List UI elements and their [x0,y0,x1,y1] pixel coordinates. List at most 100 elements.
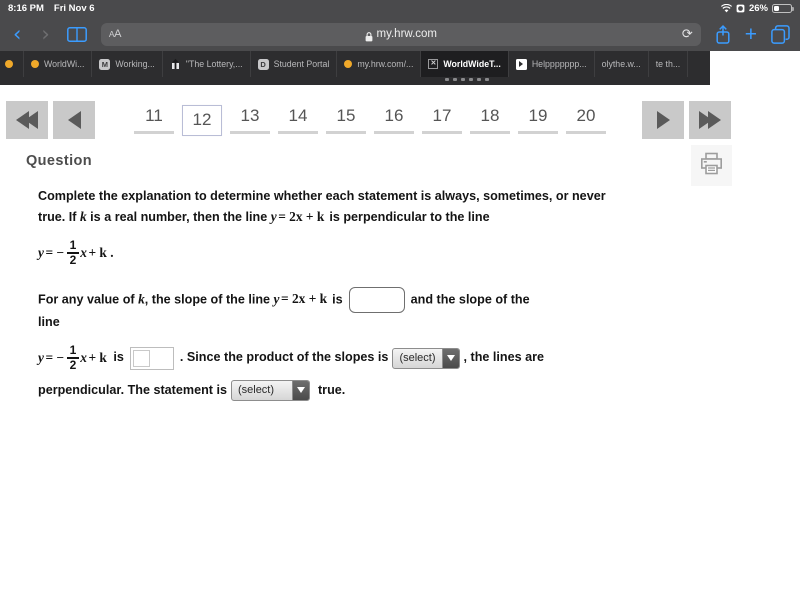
print-button[interactable] [691,145,732,186]
tab-title: olythe.w... [601,59,641,69]
double-chevron-right-icon [699,111,721,129]
page-number-13[interactable]: 13 [230,106,270,134]
browser-tab[interactable]: my.hrw.com/... [337,51,422,77]
question-intro: Complete the explanation to determine wh… [38,187,620,227]
battery-icon [772,3,794,14]
tab-title: WorldWideT... [443,59,501,69]
page-content: 11 12 13 14 15 16 17 18 19 20 Question C… [0,85,800,600]
browser-tab[interactable]: WorldWi... [24,51,93,77]
next-page-button[interactable] [642,101,684,139]
chevron-down-icon[interactable] [441,348,459,368]
browser-toolbar: ‹ › AA my.hrw.com ⟳ + [0,17,800,51]
tab-strip: WorldWi... M Working... "The Lottery,...… [0,51,710,81]
question-paragraph-4: perpendicular. The statement is (select)… [38,372,620,401]
lock-icon [365,29,373,42]
fraction-one-half: 1 2 [66,238,80,267]
ios-status-bar: 8:16 PM Fri Nov 6 26% [0,0,800,17]
fraction-denominator: 2 [69,252,77,267]
page-title: Question [26,153,93,169]
dot-favicon [5,60,13,68]
chevron-down-icon[interactable] [291,380,309,400]
page-number-15[interactable]: 15 [326,106,366,134]
select-truth-value: (select) [237,383,275,396]
letter-m-favicon: M [99,58,111,70]
p3-text-a: . Since the product of the slopes is [179,350,389,365]
page-number-20[interactable]: 20 [566,106,606,134]
p2-text-b: , the slope of the line [144,292,274,307]
browser-tab[interactable]: olythe.w... [595,51,649,77]
tab-drag-handle[interactable] [445,78,489,81]
page-number-16[interactable]: 16 [374,106,414,134]
battery-percent: 26% [748,3,768,14]
tab-title: te th... [655,59,681,69]
url-display: my.hrw.com [101,28,701,42]
browser-tab[interactable] [0,51,24,77]
page-number-18[interactable]: 18 [470,106,510,134]
eq1-tail: + k . [88,244,114,260]
intro-text-3: is perpendicular to the line [325,209,490,224]
double-chevron-left-icon [16,111,38,129]
share-icon[interactable] [715,24,731,44]
wifi-icon [720,3,732,13]
text-cursor-box [132,349,150,367]
question-paragraph-2: For any value of k, the slope of the lin… [38,286,620,313]
text-size-button[interactable]: AA [109,28,122,40]
dot-favicon [31,60,39,68]
browser-tab[interactable]: te th... [649,51,689,77]
status-time: 8:16 PM [8,3,44,14]
forward-button[interactable]: › [38,23,52,45]
p2-text-c: and the slope of the [410,292,530,307]
eq1-equals: = − [45,244,65,260]
page-number-11[interactable]: 11 [134,106,174,134]
tab-title: Helppppppp... [531,59,587,69]
url-bar[interactable]: AA my.hrw.com ⟳ [100,22,701,46]
tab-title: Working... [115,59,155,69]
alarm-clock-icon [736,4,745,13]
back-button[interactable]: ‹ [10,23,24,45]
page-number-19[interactable]: 19 [518,106,558,134]
x-favicon: ✕ [428,59,439,69]
tab-title: WorldWi... [44,59,85,69]
page-number-12-current[interactable]: 12 [182,104,222,136]
page-number-14[interactable]: 14 [278,106,318,134]
page-number-17[interactable]: 17 [422,106,462,134]
plus-icon[interactable]: + [745,24,757,45]
intro-equation: y = 2x + k [270,208,325,224]
letter-d-favicon: D [257,58,269,70]
tabs-icon[interactable] [771,24,790,44]
chevron-right-icon [656,111,670,129]
p2-text-d: line [38,314,60,329]
tab-title: "The Lottery,... [185,59,243,69]
intro-text-2: is a real number, then the line [86,209,271,224]
slope-input-1[interactable] [348,286,405,313]
equation-line-1: y = − 1 2 x + k . [38,227,620,267]
browser-tab-active[interactable]: ✕ WorldWideT... [421,51,509,77]
eq2-text-is: is [113,350,124,365]
browser-tab[interactable]: D Student Portal [251,51,338,77]
status-bar-right: 26% [720,3,794,14]
book-icon[interactable] [66,26,87,42]
browser-tab[interactable]: "The Lottery,... [163,51,251,77]
eq1-x: x [80,244,87,260]
prev-page-button[interactable] [53,101,95,139]
first-page-button[interactable] [6,101,48,139]
play-favicon [515,58,527,70]
select-product-of-slopes[interactable]: (select) [392,347,460,369]
p2-text-is: is [328,292,343,307]
last-page-button[interactable] [689,101,731,139]
browser-tab[interactable]: M Working... [92,51,163,77]
eq2-tail: + k [88,349,107,365]
browser-tab[interactable]: Helppppppp... [509,51,595,77]
dot-favicon [344,60,353,68]
reload-icon[interactable]: ⟳ [682,26,693,42]
question-header: Question [0,145,800,186]
tab-strip-shadow [0,77,710,85]
select-statement-truth[interactable]: (select) [230,379,310,401]
slope-input-2[interactable] [129,346,174,370]
select-product-value: (select) [399,351,436,364]
fraction-numerator: 1 [69,238,77,253]
pagination-bar: 11 12 13 14 15 16 17 18 19 20 [0,85,800,145]
fraction-denominator: 2 [69,358,77,373]
p2-equation: y = 2x + k [273,291,328,307]
chevron-left-icon [67,111,81,129]
